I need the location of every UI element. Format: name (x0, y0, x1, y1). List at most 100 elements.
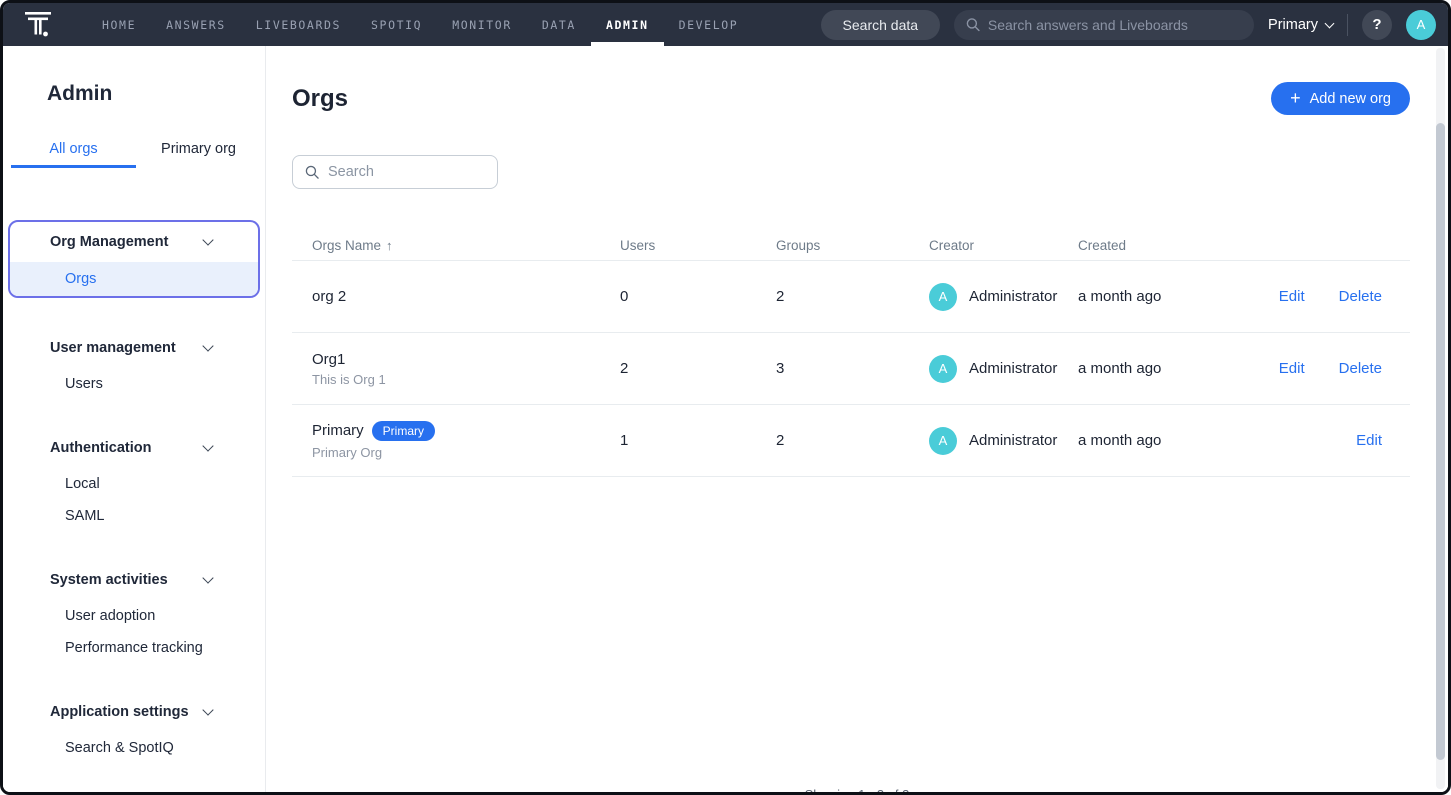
row-actions: Edit (1253, 432, 1410, 449)
section-label: System activities (50, 572, 168, 588)
creator-avatar: A (929, 283, 957, 311)
search-icon (966, 17, 980, 32)
section-label: Org Management (50, 234, 168, 250)
pagination-text: Showing 1 - 3 of 3 (805, 787, 910, 792)
org-name-cell: org 2 (292, 288, 600, 305)
org-name: Org1 (312, 351, 345, 368)
page-title: Orgs (292, 85, 348, 113)
chevron-down-icon (202, 704, 213, 715)
nav-item-admin[interactable]: ADMIN (591, 3, 664, 46)
section-user-management-group: User management Users (3, 328, 265, 400)
creator-name: Administrator (969, 288, 1057, 305)
sidebar-tabs: All orgs Primary org (11, 132, 265, 168)
creator-cell: A Administrator (909, 427, 1058, 455)
delete-link[interactable]: Delete (1339, 288, 1382, 305)
org-description: Primary Org (312, 445, 600, 460)
tab-all-orgs[interactable]: All orgs (11, 132, 136, 168)
body-area: Admin All orgs Primary org Org Managemen… (3, 46, 1448, 792)
column-header-created[interactable]: Created (1058, 238, 1253, 253)
section-application-settings[interactable]: Application settings (3, 692, 265, 732)
row-actions: Edit Delete (1253, 288, 1410, 305)
edit-link[interactable]: Edit (1356, 432, 1382, 449)
users-count: 2 (600, 360, 756, 377)
nav-item-answers[interactable]: ANSWERS (151, 3, 241, 46)
section-authentication[interactable]: Authentication (3, 428, 265, 468)
user-avatar[interactable]: A (1406, 10, 1436, 40)
created-date: a month ago (1058, 432, 1253, 449)
column-header-groups[interactable]: Groups (756, 238, 909, 253)
org-switcher-label: Primary (1268, 17, 1318, 33)
column-header-orgs-name[interactable]: Orgs Name ↑ (292, 238, 600, 253)
column-header-users[interactable]: Users (600, 238, 756, 253)
section-label: Application settings (50, 704, 189, 720)
nav-item-liveboards[interactable]: LIVEBOARDS (241, 3, 356, 46)
users-count: 0 (600, 288, 756, 305)
sidebar-item-performance-tracking[interactable]: Performance tracking (3, 632, 265, 664)
section-authentication-group: Authentication Local SAML (3, 428, 265, 532)
search-icon (305, 164, 319, 180)
users-count: 1 (600, 432, 756, 449)
orgs-page: Orgs + Add new org Orgs Name ↑ (266, 46, 1448, 792)
column-header-creator[interactable]: Creator (909, 238, 1058, 253)
sidebar-title: Admin (47, 82, 265, 106)
nav-divider (1347, 14, 1348, 36)
section-application-settings-group: Application settings Search & SpotIQ (3, 692, 265, 764)
page-header: Orgs + Add new org (292, 82, 1410, 115)
groups-count: 2 (756, 288, 909, 305)
creator-avatar: A (929, 427, 957, 455)
admin-sidebar: Admin All orgs Primary org Org Managemen… (3, 46, 266, 792)
nav-item-develop[interactable]: DEVELOP (664, 3, 754, 46)
edit-link[interactable]: Edit (1279, 288, 1305, 305)
edit-link[interactable]: Edit (1279, 360, 1305, 377)
thoughtspot-logo-icon[interactable] (25, 11, 51, 39)
help-button[interactable]: ? (1362, 10, 1392, 40)
creator-cell: A Administrator (909, 283, 1058, 311)
section-system-activities[interactable]: System activities (3, 560, 265, 600)
add-new-org-button[interactable]: + Add new org (1271, 82, 1410, 115)
org-description: This is Org 1 (312, 372, 600, 387)
table-row: Org1 This is Org 1 2 3 A Administrator a… (292, 333, 1410, 405)
table-row: org 2 0 2 A Administrator a month ago Ed… (292, 261, 1410, 333)
row-actions: Edit Delete (1253, 360, 1410, 377)
section-label: Authentication (50, 440, 152, 456)
groups-count: 2 (756, 432, 909, 449)
creator-cell: A Administrator (909, 355, 1058, 383)
table-header-row: Orgs Name ↑ Users Groups Creator Created (292, 231, 1410, 261)
sidebar-item-saml[interactable]: SAML (3, 500, 265, 532)
sidebar-item-search-spotiq[interactable]: Search & SpotIQ (3, 732, 265, 764)
delete-link[interactable]: Delete (1339, 360, 1382, 377)
sidebar-item-orgs[interactable]: Orgs (10, 262, 258, 296)
orgs-search-input[interactable] (328, 164, 485, 180)
creator-avatar: A (929, 355, 957, 383)
creator-name: Administrator (969, 432, 1057, 449)
orgs-search-box[interactable] (292, 155, 498, 189)
section-user-management[interactable]: User management (3, 328, 265, 368)
scrollbar-track (1436, 48, 1445, 789)
scrollbar-thumb[interactable] (1436, 123, 1445, 760)
global-search-input[interactable] (988, 17, 1242, 33)
section-system-activities-group: System activities User adoption Performa… (3, 560, 265, 664)
org-name-cell: Org1 This is Org 1 (292, 351, 600, 387)
sidebar-item-users[interactable]: Users (3, 368, 265, 400)
nav-item-data[interactable]: DATA (527, 3, 591, 46)
sidebar-item-local[interactable]: Local (3, 468, 265, 500)
org-name: Primary (312, 422, 364, 439)
org-switcher[interactable]: Primary (1268, 17, 1333, 33)
global-search[interactable] (954, 10, 1254, 40)
add-new-org-label: Add new org (1310, 91, 1391, 107)
sidebar-item-user-adoption[interactable]: User adoption (3, 600, 265, 632)
tab-primary-org[interactable]: Primary org (136, 132, 261, 168)
nav-item-home[interactable]: HOME (87, 3, 151, 46)
nav-item-spotiq[interactable]: SPOTIQ (356, 3, 437, 46)
search-data-button[interactable]: Search data (821, 10, 941, 40)
nav-item-monitor[interactable]: MONITOR (437, 3, 527, 46)
section-label: User management (50, 340, 176, 356)
chevron-down-icon (202, 340, 213, 351)
nav-right-controls: Search data Primary ? A (821, 10, 1436, 40)
orgs-table: Orgs Name↑ Users Groups Creator Created … (292, 231, 1410, 477)
column-label: Orgs Name (312, 238, 381, 253)
sort-asc-icon: ↑ (386, 238, 393, 253)
app-window: HOME ANSWERS LIVEBOARDS SPOTIQ MONITOR D… (0, 0, 1451, 795)
primary-badge: Primary (372, 421, 435, 441)
section-org-management[interactable]: Org Management (10, 222, 258, 262)
